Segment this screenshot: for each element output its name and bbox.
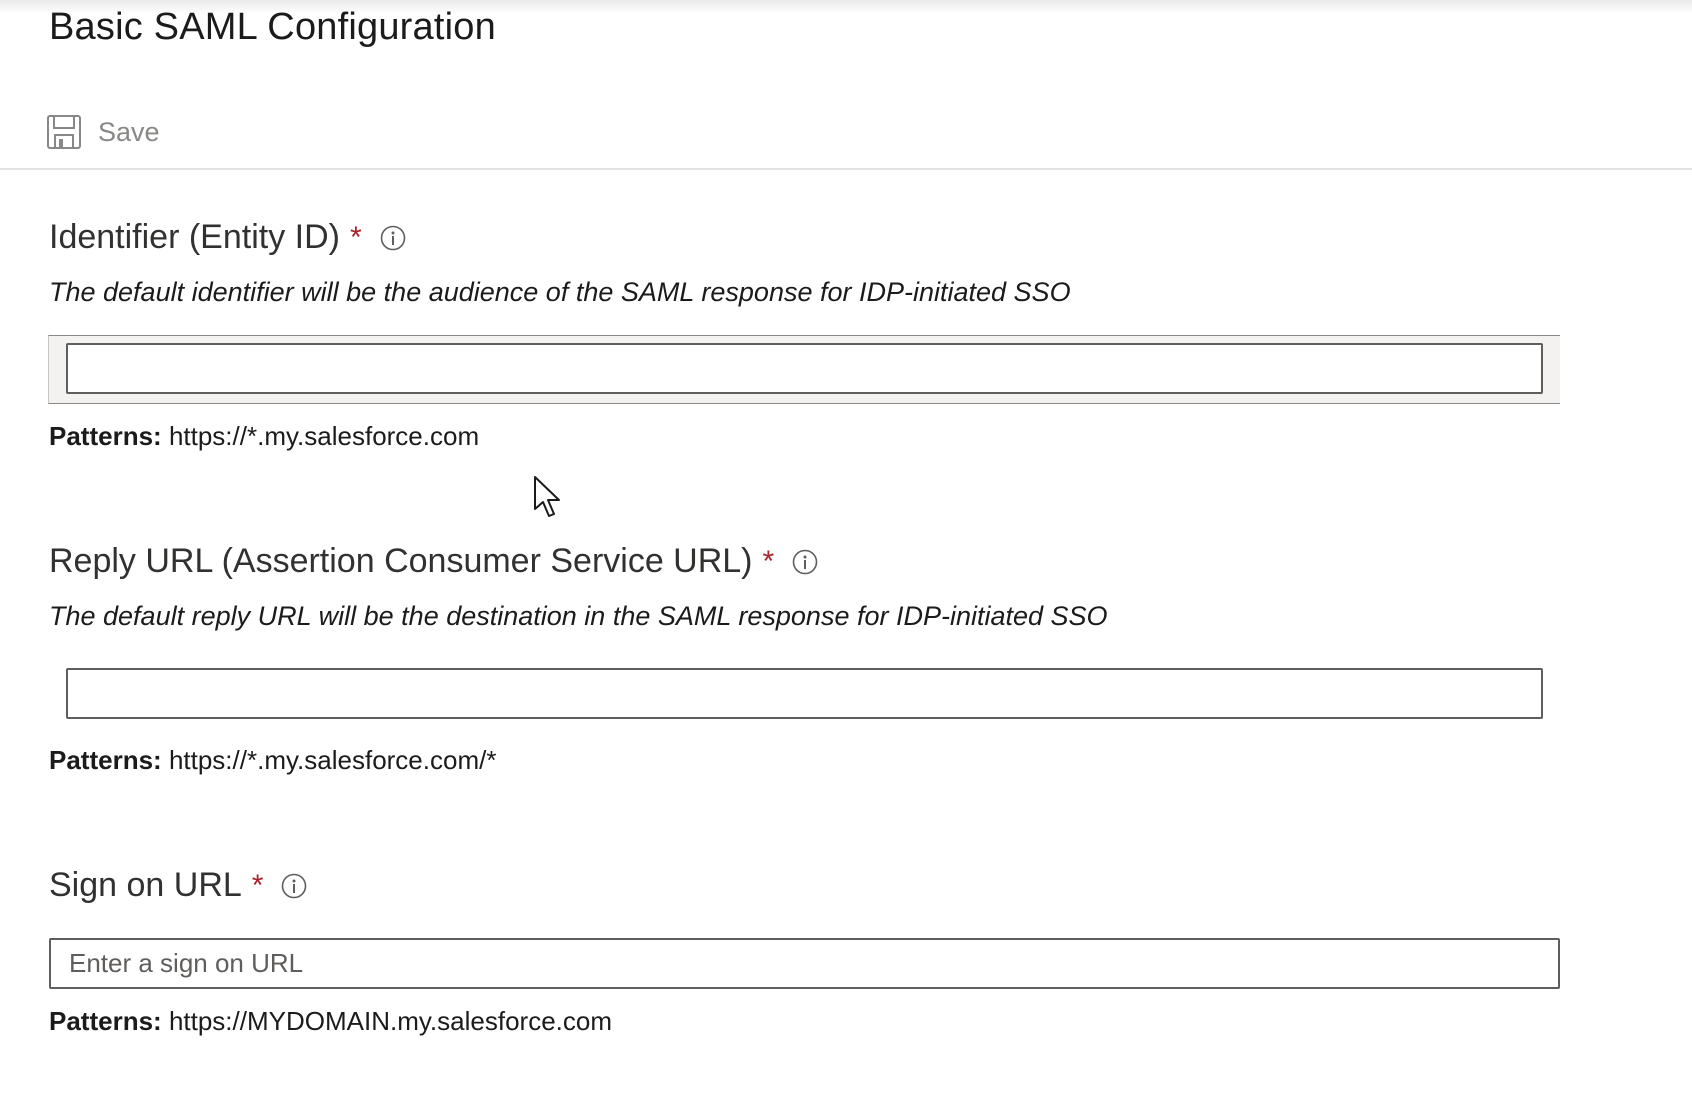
sign-on-url-input[interactable] — [49, 938, 1560, 989]
required-asterisk: * — [762, 544, 775, 578]
reply-url-label: Reply URL (Assertion Consumer Service UR… — [49, 542, 753, 580]
sign-on-url-patterns: Patterns: https://MYDOMAIN.my.salesforce… — [49, 1006, 612, 1037]
reply-url-description: The default reply URL will be the destin… — [49, 601, 1108, 631]
sign-on-url-label: Sign on URL — [49, 866, 242, 904]
reply-url-label-row: Reply URL (Assertion Consumer Service UR… — [49, 542, 1108, 632]
identifier-label-row: Identifier (Entity ID) * The default ide… — [49, 218, 1071, 308]
reply-url-pattern-value: https://*.my.salesforce.com/* — [168, 745, 497, 775]
identifier-patterns: Patterns: https://*.my.salesforce.com — [49, 421, 479, 452]
identifier-label: Identifier (Entity ID) — [49, 218, 340, 256]
patterns-label: Patterns: — [49, 421, 162, 451]
identifier-input[interactable] — [66, 343, 1543, 394]
info-icon[interactable] — [792, 549, 818, 575]
page-title: Basic SAML Configuration — [49, 6, 496, 48]
info-icon[interactable] — [281, 873, 307, 899]
identifier-pattern-value: https://*.my.salesforce.com — [168, 421, 480, 451]
sign-on-url-pattern-value: https://MYDOMAIN.my.salesforce.com — [168, 1006, 612, 1036]
identifier-description: The default identifier will be the audie… — [49, 277, 1071, 307]
required-asterisk: * — [251, 868, 264, 902]
save-button[interactable]: Save — [46, 112, 160, 152]
reply-url-patterns: Patterns: https://*.my.salesforce.com/* — [49, 745, 496, 776]
sign-on-url-label-row: Sign on URL * — [49, 866, 307, 905]
required-asterisk: * — [349, 220, 362, 254]
mouse-pointer-icon — [534, 476, 560, 517]
save-label: Save — [98, 116, 160, 147]
patterns-label: Patterns: — [49, 1006, 162, 1036]
patterns-label: Patterns: — [49, 745, 162, 775]
reply-url-input[interactable] — [66, 668, 1543, 719]
toolbar-divider — [0, 168, 1692, 170]
save-icon — [47, 115, 81, 149]
saml-config-panel: Basic SAML Configuration Save Identifier… — [0, 0, 1692, 1102]
info-icon[interactable] — [380, 225, 406, 251]
